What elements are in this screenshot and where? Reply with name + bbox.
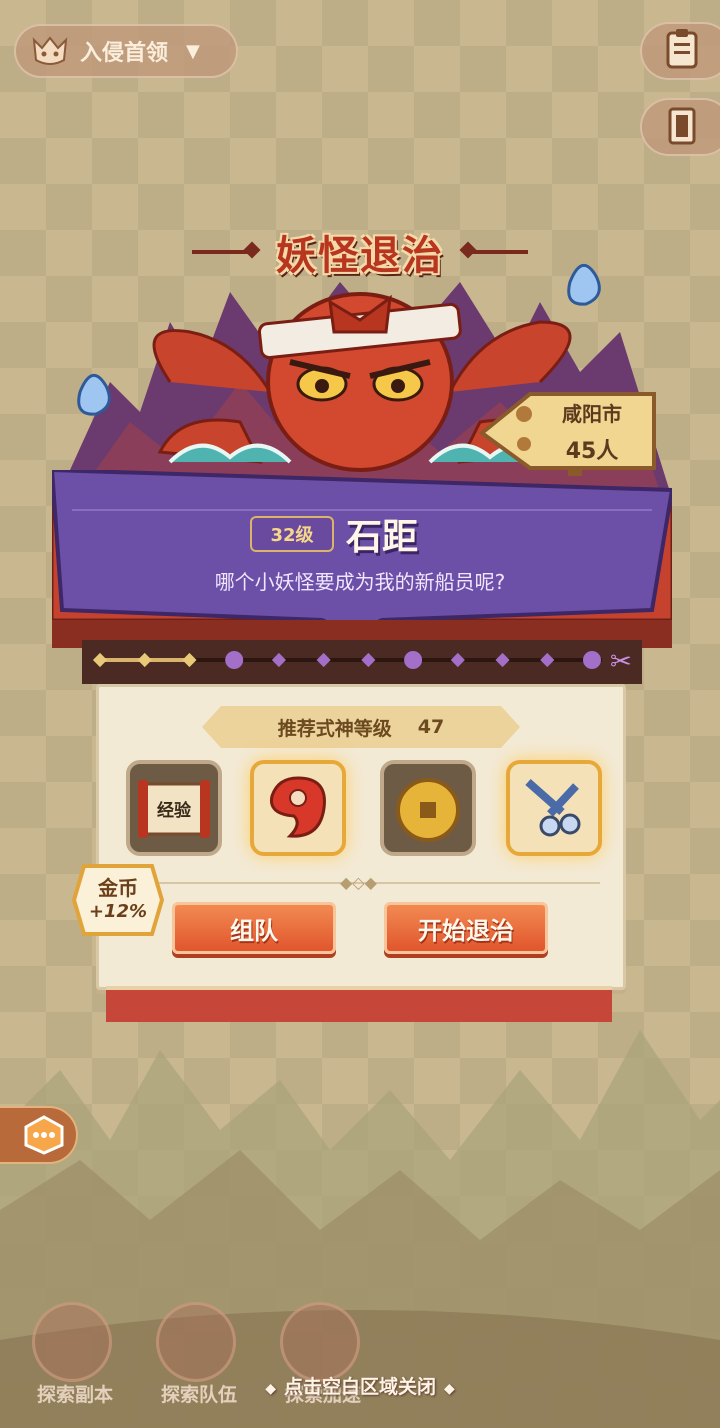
diamond-icon: ◆: [265, 1381, 276, 1397]
title-ornament-right: [468, 250, 528, 254]
exp-scroll-icon: 经验: [138, 780, 210, 838]
nav-explore-team[interactable]: 探索队伍: [134, 1290, 254, 1428]
chat-bubble-icon: [24, 1115, 64, 1155]
recommended-level-label: 推荐式神等级: [277, 717, 392, 740]
coin-bonus: 金币 +12%: [76, 872, 160, 922]
reward-coin[interactable]: [380, 760, 476, 856]
bottom-nav: 探索副本 探索队伍 探索加速: [0, 1290, 720, 1428]
coin-bonus-value: +12%: [88, 901, 148, 922]
demon-mask-icon: [30, 34, 70, 68]
gold-coin-icon: [396, 778, 460, 842]
location-text: 咸阳市 45人: [540, 398, 644, 465]
chat-button[interactable]: [0, 1106, 78, 1164]
reward-scissors[interactable]: [506, 760, 602, 856]
mode-selector[interactable]: 入侵首领 ▼: [14, 24, 238, 78]
boss-quote: 哪个小妖怪要成为我的新船员呢?: [214, 570, 506, 594]
card-button[interactable]: [640, 98, 720, 156]
reward-magatama[interactable]: [250, 760, 346, 856]
close-hint[interactable]: ◆ 点击空白区域关闭 ◆: [0, 1372, 720, 1399]
coin-bonus-label: 金币: [98, 876, 138, 900]
task-list-button[interactable]: [640, 22, 720, 80]
panel-bottom-edge: [106, 986, 612, 1022]
chevron-down-icon: ▼: [186, 40, 200, 62]
divider-ornament: ◆◇◆: [340, 873, 377, 892]
progress-node: [225, 651, 244, 669]
team-button[interactable]: 组队: [172, 902, 336, 954]
clipboard-icon: [664, 29, 700, 73]
start-button[interactable]: 开始退治: [384, 902, 548, 954]
team-icon: [156, 1302, 236, 1382]
magnifier-icon: [32, 1302, 112, 1382]
scissors-icon: [525, 779, 581, 837]
boss-level-badge: 32级: [250, 516, 334, 552]
reward-exp[interactable]: 经验: [126, 760, 222, 856]
nav-explore-speedup[interactable]: 探索加速: [258, 1290, 378, 1428]
svg-text:✂: ✂: [610, 647, 632, 677]
location-count: 45人: [565, 439, 619, 464]
recommended-level-value: 47: [417, 716, 445, 738]
close-hint-text: 点击空白区域关闭: [283, 1376, 436, 1398]
reward-list: 经验: [118, 760, 612, 866]
title-ornament-left: [192, 250, 252, 254]
diamond-icon: ◆: [444, 1381, 455, 1397]
boss-name: 石距: [346, 517, 419, 558]
mode-label: 入侵首领: [80, 41, 169, 66]
card-icon: [664, 105, 700, 149]
progress-node: [404, 651, 423, 669]
nav-explore-dungeon[interactable]: 探索副本: [10, 1290, 130, 1428]
reward-exp-label: 经验: [157, 800, 192, 821]
top-strip: [0, 0, 720, 8]
recommended-level-bar: 推荐式神等级 47: [202, 706, 520, 748]
location-city: 咸阳市: [562, 402, 622, 426]
progress-track: ✂: [82, 640, 642, 684]
speedup-icon: [280, 1302, 360, 1382]
red-magatama-icon: [269, 776, 326, 838]
progress-node: [583, 651, 601, 669]
